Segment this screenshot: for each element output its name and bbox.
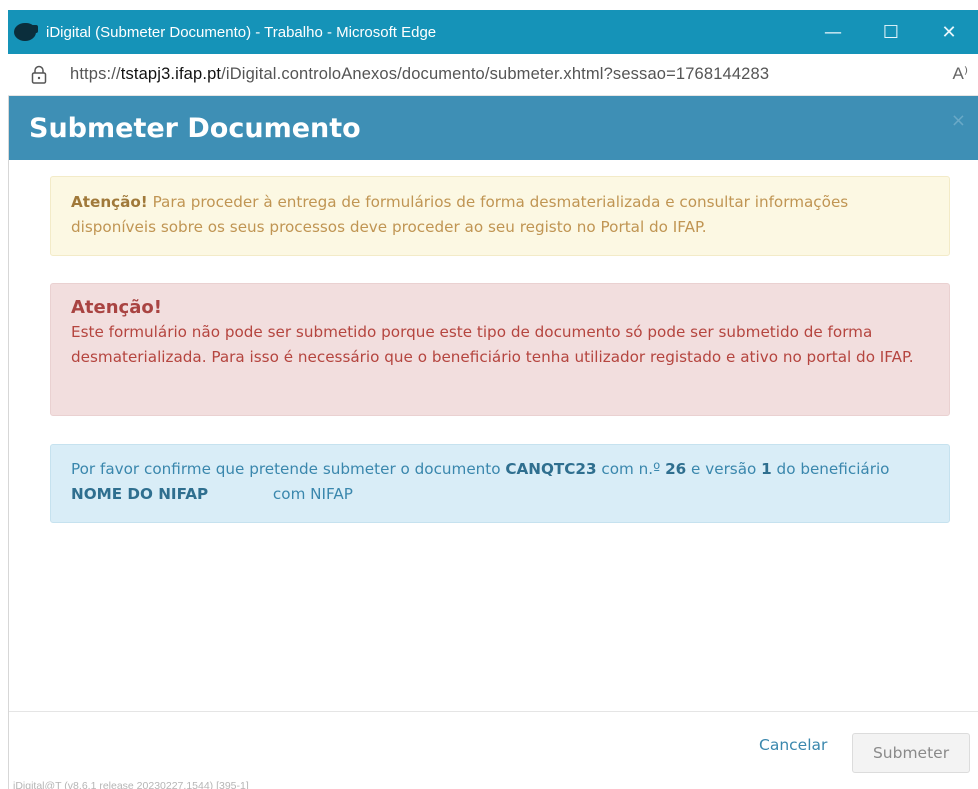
document-number: 26 [665, 460, 687, 478]
window-controls: — ☐ ✕ [804, 10, 978, 54]
url-host: tstapj3.ifap.pt [120, 65, 222, 83]
warning-strong: Atenção! [71, 193, 148, 211]
cancel-button[interactable]: Cancelar [759, 736, 827, 754]
submit-document-dialog: Submeter Documento × Atenção! Para proce… [8, 96, 978, 789]
danger-heading: Atenção! [71, 297, 162, 318]
info-text: do beneficiário [771, 460, 890, 478]
window-titlebar: iDigital (Submeter Documento) - Trabalho… [8, 10, 978, 54]
dialog-footer: Cancelar Submeter iDigital@T (v8.6.1 rel… [9, 711, 978, 789]
minimize-button[interactable]: — [804, 10, 862, 54]
danger-text: Este formulário não pode ser submetido p… [71, 323, 914, 366]
submit-button[interactable]: Submeter [852, 733, 970, 773]
dialog-header: Submeter Documento × [9, 96, 978, 160]
close-window-button[interactable]: ✕ [920, 10, 978, 54]
dialog-close-icon[interactable]: × [951, 110, 966, 131]
info-text: com n.º [596, 460, 666, 478]
lock-icon[interactable] [30, 65, 48, 85]
version-info: iDigital@T (v8.6.1 release 20230227.1544… [13, 780, 249, 789]
submission-blocked-alert: Atenção! Este formulário não pode ser su… [50, 283, 950, 416]
dialog-title: Submeter Documento [29, 112, 361, 144]
registration-warning-alert: Atenção! Para proceder à entrega de form… [50, 176, 950, 256]
document-version: 1 [761, 460, 772, 478]
info-text: e versão [686, 460, 762, 478]
document-code: CANQTC23 [505, 460, 597, 478]
info-text: com NIFAP [268, 485, 358, 503]
read-aloud-icon[interactable]: A⁾ [952, 64, 968, 84]
confirmation-info-alert: Por favor confirme que pretende submeter… [50, 444, 950, 523]
edge-app-icon[interactable] [14, 23, 38, 41]
address-bar[interactable]: https://tstapj3.ifap.pt/iDigital.control… [8, 54, 978, 96]
url-path: /iDigital.controloAnexos/documento/subme… [221, 65, 770, 83]
window-title: iDigital (Submeter Documento) - Trabalho… [46, 23, 437, 41]
url-prefix: https:// [70, 65, 121, 83]
maximize-button[interactable]: ☐ [862, 10, 920, 54]
beneficiary-name: NOME DO NIFAP [71, 485, 209, 503]
url-text[interactable]: https://tstapj3.ifap.pt/iDigital.control… [70, 65, 769, 84]
warning-text: Para proceder à entrega de formulários d… [71, 193, 849, 236]
info-text: Por favor confirme que pretende submeter… [71, 460, 506, 478]
